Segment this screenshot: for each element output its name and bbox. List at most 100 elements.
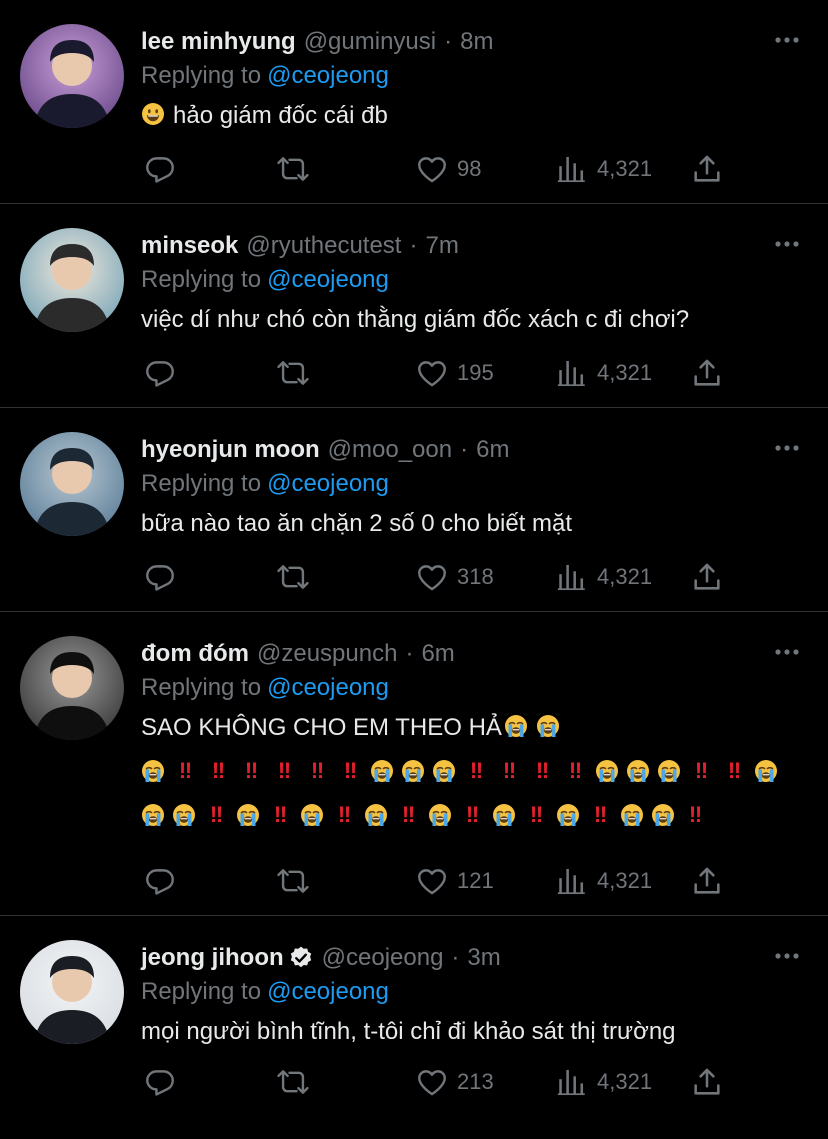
loudly-crying-face-emoji	[651, 803, 675, 827]
share-button[interactable]	[690, 353, 724, 393]
tweet[interactable]: hyeonjun moon @moo_oon · 6m Replying to @ceoj…	[0, 408, 828, 612]
retweet-button[interactable]	[276, 861, 310, 901]
emoji-row: ‼ ‼ ‼ ‼ ‼ ‼ ‼ ‼	[141, 794, 808, 836]
retweet-button[interactable]	[276, 149, 310, 189]
views-button[interactable]: 4,321	[555, 1062, 652, 1102]
heart-icon	[418, 869, 446, 895]
avatar[interactable]	[20, 24, 124, 128]
tweet-content: đom đóm @zeuspunch · 6m Replying to @ceojeong…	[141, 638, 808, 836]
analytics-icon	[557, 1069, 585, 1096]
tweet-content: minseok @ryuthecutest · 7m Replying to @ceoje…	[141, 230, 808, 340]
share-button[interactable]	[690, 149, 724, 189]
reply-button[interactable]	[143, 861, 177, 901]
like-button[interactable]: 98	[415, 149, 481, 189]
analytics-icon	[557, 360, 585, 387]
tweet-text-line: việc dí như chó còn thằng giám đốc xách …	[141, 300, 808, 340]
more-horizontal-icon[interactable]	[774, 438, 800, 458]
reply-button[interactable]	[143, 1062, 177, 1102]
loudly-crying-face-emoji	[141, 803, 165, 827]
more-horizontal-icon[interactable]	[774, 234, 800, 254]
retweet-icon	[277, 565, 309, 589]
reply-button[interactable]	[143, 557, 177, 597]
double-exclamation-emoji: ‼	[178, 758, 192, 783]
display-name[interactable]: jeong jihoon	[141, 942, 284, 974]
avatar[interactable]	[20, 636, 124, 740]
retweet-button[interactable]	[276, 1062, 310, 1102]
user-handle[interactable]: @ceojeong	[322, 942, 444, 974]
replying-to: Replying to @ceojeong	[141, 60, 808, 92]
reply-button[interactable]	[143, 149, 177, 189]
tweet-actions: 121 4,321	[141, 861, 808, 901]
separator-dot: ·	[405, 640, 414, 667]
timestamp[interactable]: 7m	[425, 230, 458, 262]
tweet-actions: 213 4,321	[141, 1062, 808, 1102]
analytics-icon	[557, 868, 585, 895]
more-horizontal-icon[interactable]	[774, 946, 800, 966]
timestamp[interactable]: 8m	[460, 26, 493, 58]
mention-link[interactable]: @ceojeong	[267, 470, 389, 497]
display-name[interactable]: đom đóm	[141, 638, 249, 670]
mention-link[interactable]: @ceojeong	[267, 978, 389, 1005]
share-icon	[694, 359, 720, 386]
avatar[interactable]	[20, 228, 124, 332]
replying-to: Replying to @ceojeong	[141, 672, 808, 704]
views-button[interactable]: 4,321	[555, 557, 652, 597]
view-count: 4,321	[597, 1069, 653, 1094]
more-horizontal-icon[interactable]	[774, 30, 800, 50]
views-button[interactable]: 4,321	[555, 861, 652, 901]
user-handle[interactable]: @moo_oon	[328, 434, 452, 466]
avatar[interactable]	[20, 432, 124, 536]
views-button[interactable]: 4,321	[555, 149, 652, 189]
double-exclamation-emoji: ‼	[337, 802, 351, 827]
separator-dot: ·	[451, 944, 460, 971]
views-button[interactable]: 4,321	[555, 353, 652, 393]
heart-icon	[418, 1070, 446, 1096]
share-button[interactable]	[690, 1062, 724, 1102]
timestamp[interactable]: 6m	[476, 434, 509, 466]
emoji-row: ‼ ‼ ‼ ‼ ‼ ‼ ‼ ‼ ‼ ‼ ‼ ‼	[141, 750, 808, 792]
display-name[interactable]: hyeonjun moon	[141, 434, 320, 466]
like-button[interactable]: 318	[415, 557, 494, 597]
like-button[interactable]: 195	[415, 353, 494, 393]
user-handle[interactable]: @guminyusi	[304, 26, 436, 58]
timestamp[interactable]: 6m	[421, 638, 454, 670]
double-exclamation-emoji: ‼	[529, 802, 543, 827]
retweet-button[interactable]	[276, 353, 310, 393]
loudly-crying-face-emoji	[428, 803, 452, 827]
tweet[interactable]: minseok @ryuthecutest · 7m Replying to @ceoje…	[0, 204, 828, 408]
mention-link[interactable]: @ceojeong	[267, 674, 389, 701]
replying-label: Replying to	[141, 674, 262, 701]
display-name[interactable]: lee minhyung	[141, 26, 296, 58]
loudly-crying-face-emoji	[504, 711, 528, 737]
separator-dot: ·	[409, 232, 418, 259]
mention-link[interactable]: @ceojeong	[267, 266, 389, 293]
like-button[interactable]: 121	[415, 861, 494, 901]
avatar[interactable]	[20, 940, 124, 1044]
display-name[interactable]: minseok	[141, 230, 238, 262]
double-exclamation-emoji: ‼	[310, 758, 324, 783]
separator-dot: ·	[460, 436, 469, 463]
replying-label: Replying to	[141, 266, 262, 293]
view-count: 4,321	[597, 360, 653, 385]
user-handle[interactable]: @zeuspunch	[257, 638, 397, 670]
user-handle[interactable]: @ryuthecutest	[246, 230, 401, 262]
mention-link[interactable]: @ceojeong	[267, 62, 389, 89]
tweet[interactable]: lee minhyung @guminyusi · 8m Replying to @ceo…	[0, 0, 828, 204]
timestamp[interactable]: 3m	[467, 942, 500, 974]
heart-icon	[418, 157, 446, 183]
tweet[interactable]: đom đóm @zeuspunch · 6m Replying to @ceojeong…	[0, 612, 828, 916]
verified-badge-icon	[288, 945, 314, 971]
share-button[interactable]	[690, 861, 724, 901]
tweet[interactable]: jeong jihoon @ceojeong · 3m Replying to @ceoj…	[0, 916, 828, 1116]
share-button[interactable]	[690, 557, 724, 597]
reply-icon	[146, 869, 174, 895]
tweet-text-content: hảo giám đốc cái đb	[173, 102, 388, 129]
tweet-text: bữa nào tao ăn chặn 2 số 0 cho biết mặt	[141, 504, 808, 544]
tweet-text-content: bữa nào tao ăn chặn 2 số 0 cho biết mặt	[141, 510, 573, 537]
retweet-button[interactable]	[276, 557, 310, 597]
double-exclamation-emoji: ‼	[401, 802, 415, 827]
reply-button[interactable]	[143, 353, 177, 393]
more-horizontal-icon[interactable]	[774, 642, 800, 662]
like-button[interactable]: 213	[415, 1062, 494, 1102]
share-icon	[694, 867, 720, 894]
